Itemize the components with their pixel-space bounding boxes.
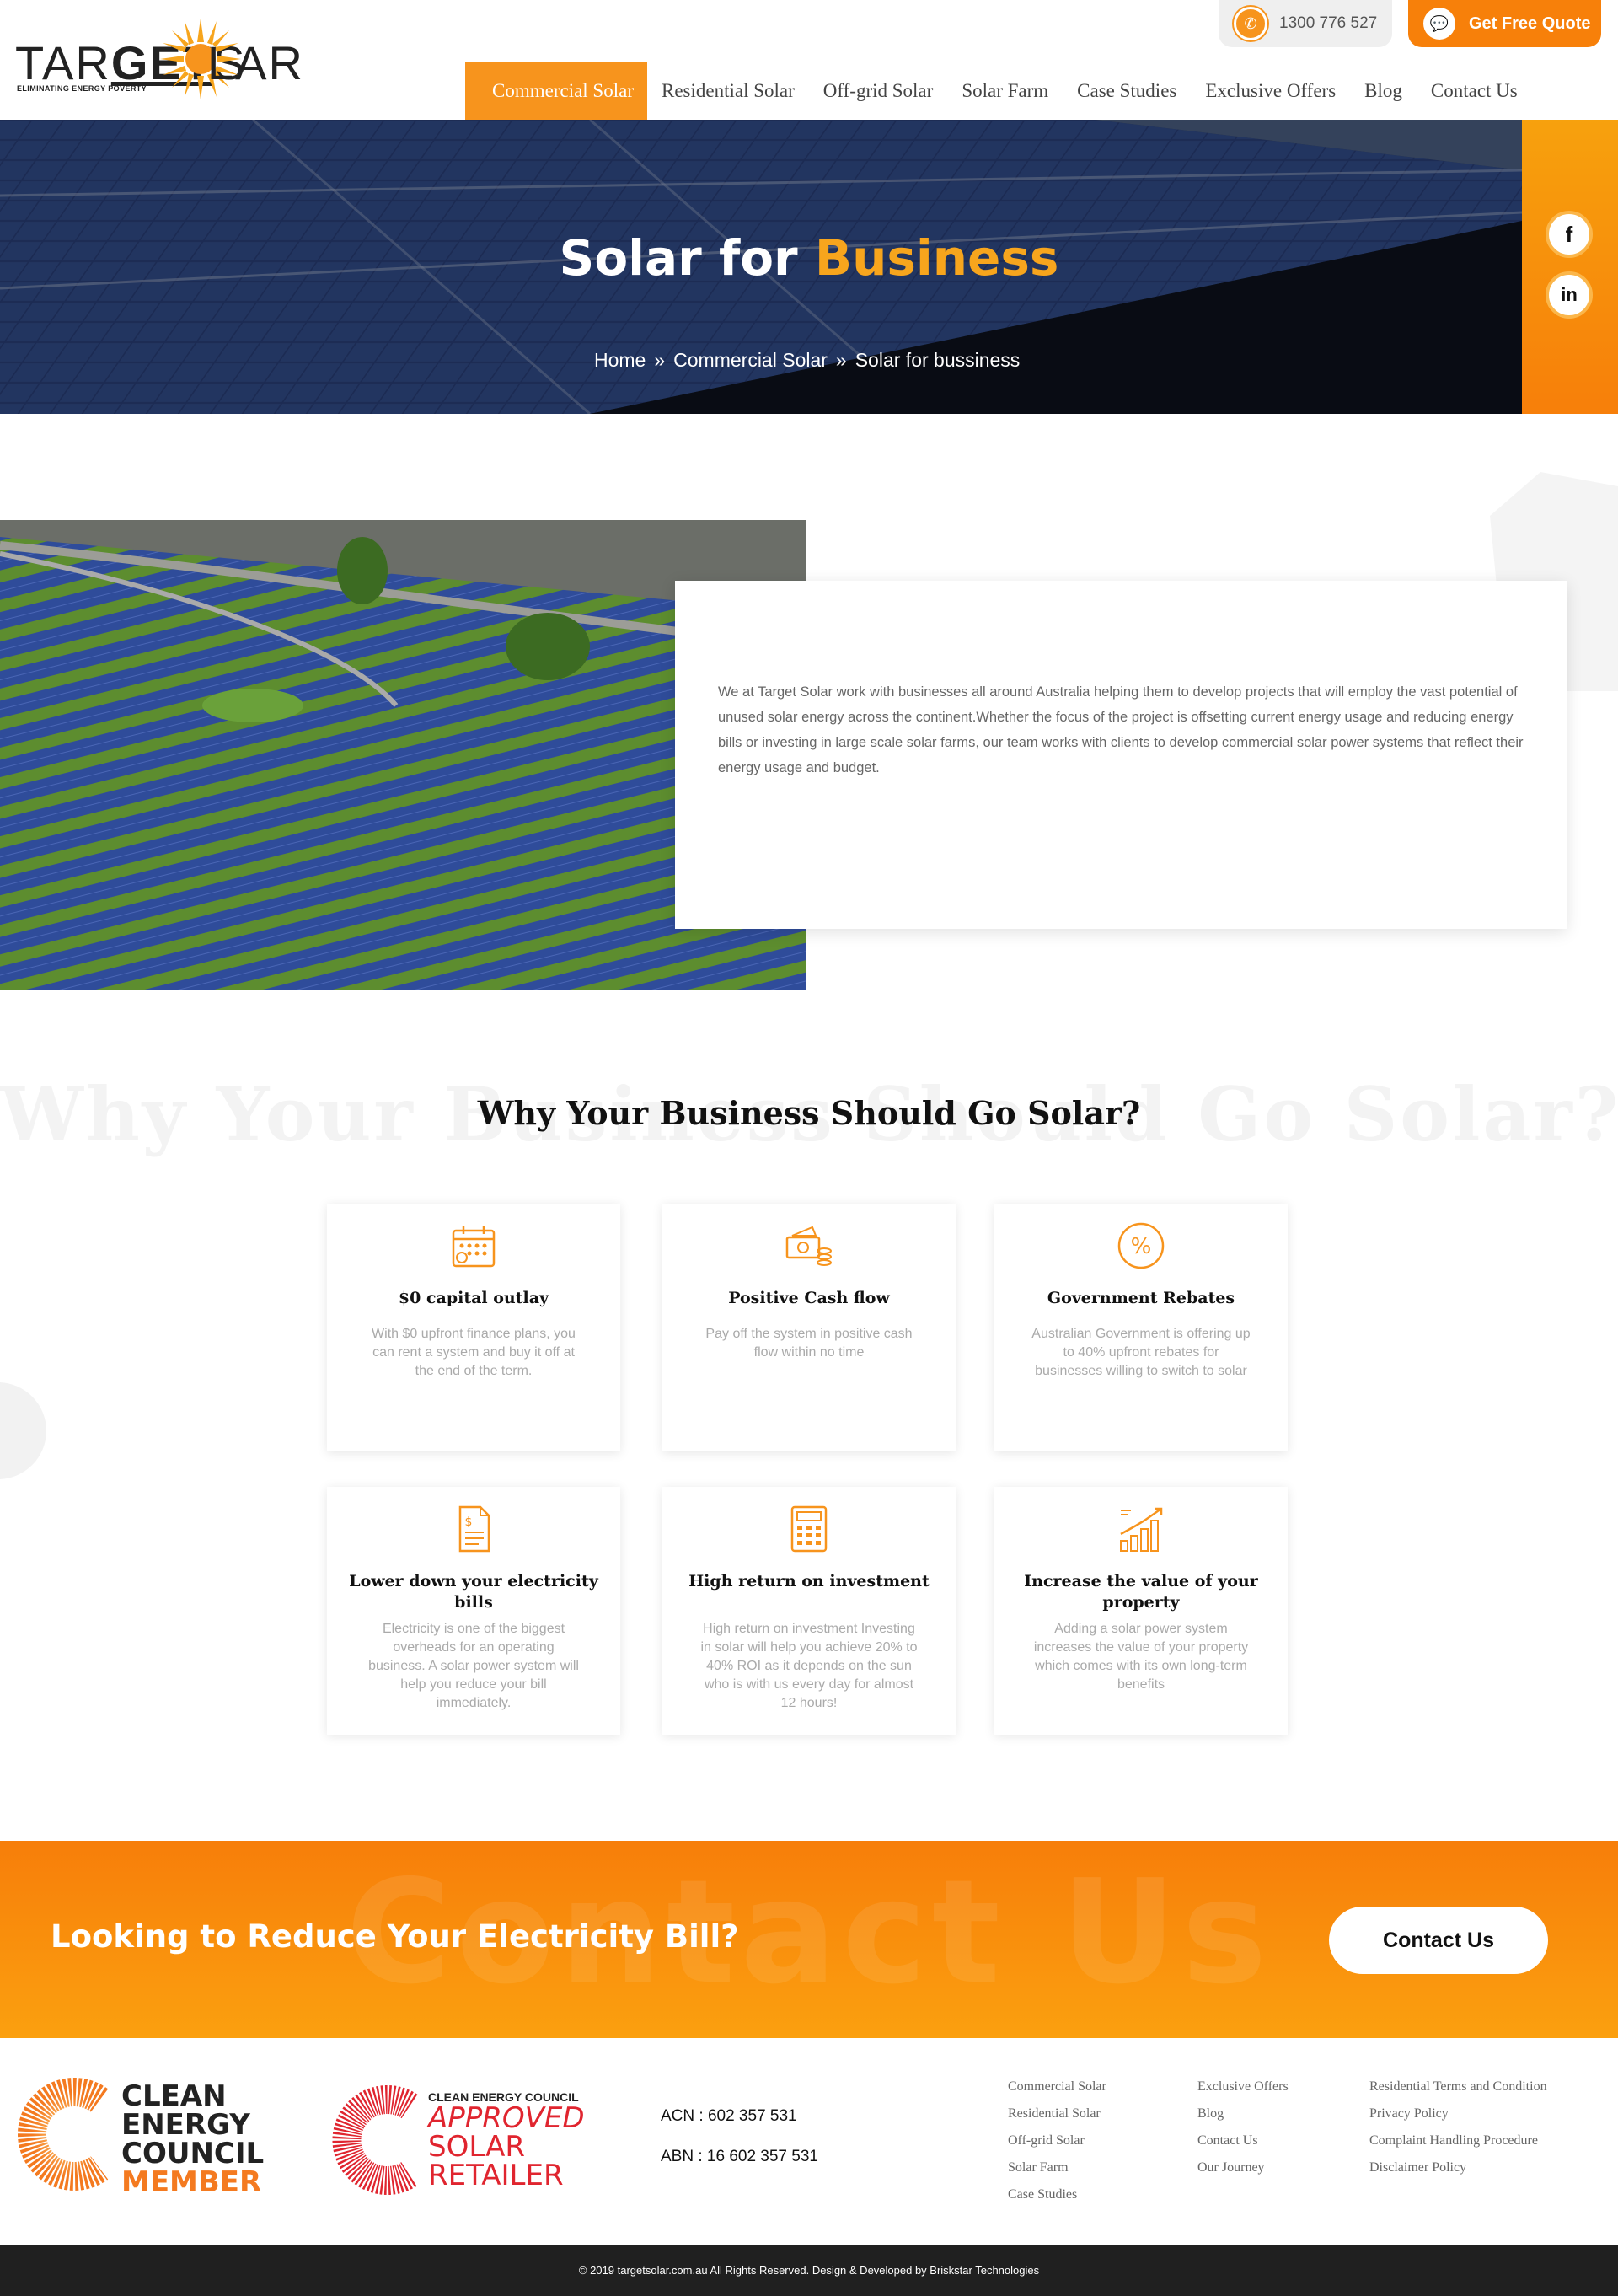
breadcrumb: Home » Commercial Solar » Solar for bussines…: [594, 349, 1025, 372]
calculator-icon: [790, 1505, 828, 1553]
badge1-line2: ENERGY: [121, 2108, 250, 2142]
benefit-card-text: With $0 upfront finance plans, you can r…: [372, 1327, 576, 1378]
benefit-card: Positive Cash flow Pay off the system in…: [662, 1204, 956, 1451]
benefit-card: % Government Rebates Australian Governme…: [994, 1204, 1288, 1451]
footer-link[interactable]: Our Journey: [1197, 2154, 1289, 2181]
footer-link[interactable]: Disclaimer Policy: [1369, 2154, 1547, 2181]
hero-title: Solar for Business: [0, 229, 1618, 287]
benefit-card-text: High return on investment Investing in s…: [700, 1622, 918, 1710]
footer-link[interactable]: Off-grid Solar: [1008, 2127, 1106, 2154]
social-sidebar: f in: [1522, 120, 1618, 414]
hero-title-highlight: Business: [814, 229, 1059, 287]
why-title: Why Your Business Should Go Solar?: [477, 1094, 1141, 1132]
footer-link[interactable]: Privacy Policy: [1369, 2100, 1547, 2127]
benefit-card: $ Lower down your electricity bills Elec…: [327, 1487, 620, 1735]
footer-link[interactable]: Solar Farm: [1008, 2154, 1106, 2181]
footer-link[interactable]: Complaint Handling Procedure: [1369, 2127, 1547, 2154]
footer-links-col1: Commercial Solar Residential Solar Off-g…: [1008, 2073, 1106, 2208]
site-header: TARGETS LAR ELIMINATING ENERGY POVERTY ✆…: [0, 0, 1618, 120]
benefit-card-title: $0 capital outlay: [398, 1289, 549, 1307]
benefit-card: $0 capital outlay With $0 upfront financ…: [327, 1204, 620, 1451]
abn-number: ABN : 16 602 357 531: [661, 2148, 818, 2165]
svg-text:%: %: [1131, 1234, 1152, 1259]
badge1-line1: CLEAN: [121, 2079, 227, 2113]
nav-residential-solar[interactable]: Residential Solar: [647, 62, 809, 120]
phone-number: 1300 776 527: [1279, 14, 1378, 32]
benefit-card-title: High return on investment: [688, 1572, 930, 1591]
chat-icon: 💬: [1423, 8, 1455, 40]
badge2-line1: APPROVED: [428, 2101, 585, 2135]
nav-commercial-solar[interactable]: Commercial Solar: [465, 62, 647, 120]
main-nav: Commercial Solar Residential Solar Off-g…: [465, 62, 1532, 120]
badge1-line4: MEMBER: [121, 2165, 262, 2199]
calendar-icon: [452, 1226, 496, 1268]
breadcrumb-commercial-solar[interactable]: Commercial Solar: [673, 349, 828, 371]
benefit-card: High return on investment High return on…: [662, 1487, 956, 1735]
cec-logo-icon: [18, 2078, 109, 2191]
approved-solar-retailer-badge: CLEAN ENERGY COUNCIL APPROVED SOLAR RETA…: [325, 2085, 612, 2195]
percent-icon: %: [1117, 1222, 1165, 1269]
nav-exclusive-offers[interactable]: Exclusive Offers: [1191, 62, 1350, 120]
benefit-card-title: Positive Cash flow: [728, 1289, 890, 1307]
logo[interactable]: TARGETS LAR ELIMINATING ENERGY POVERTY: [15, 17, 319, 101]
footer-link[interactable]: Contact Us: [1197, 2127, 1289, 2154]
badge1-line3: COUNCIL: [121, 2137, 265, 2170]
header-phone[interactable]: ✆ 1300 776 527: [1219, 0, 1392, 47]
benefit-card-text: Pay off the system in positive cash flow…: [705, 1327, 913, 1360]
bill-icon: $: [458, 1505, 490, 1553]
nav-solar-farm[interactable]: Solar Farm: [947, 62, 1063, 120]
footer-link[interactable]: Residential Solar: [1008, 2100, 1106, 2127]
cta-banner: Contact Us Looking to Reduce Your Electr…: [0, 1841, 1618, 2038]
intro-card: We at Target Solar work with businesses …: [675, 581, 1567, 929]
growth-chart-icon: [1120, 1507, 1163, 1552]
acn-number: ACN : 602 357 531: [661, 2107, 797, 2125]
footer-link[interactable]: Residential Terms and Condition: [1369, 2073, 1547, 2100]
get-free-quote-button[interactable]: 💬 Get Free Quote: [1408, 0, 1601, 47]
nav-blog[interactable]: Blog: [1350, 62, 1417, 120]
site-footer: CLEAN ENERGY COUNCIL MEMBER CLEAN ENERGY…: [0, 2038, 1618, 2245]
hero-title-main: Solar for: [559, 229, 815, 287]
footer-link[interactable]: Case Studies: [1008, 2181, 1106, 2208]
benefit-card-text: Adding a solar power system increases th…: [1033, 1622, 1249, 1692]
intro-text: We at Target Solar work with businesses …: [718, 684, 1524, 775]
breadcrumb-home[interactable]: Home: [594, 349, 646, 371]
nav-case-studies[interactable]: Case Studies: [1063, 62, 1191, 120]
benefit-card-title: Increase the value of your property: [1024, 1572, 1258, 1612]
linkedin-icon[interactable]: in: [1546, 271, 1593, 319]
footer-links-col3: Residential Terms and Condition Privacy …: [1369, 2073, 1547, 2181]
benefit-card-text: Australian Government is offering up to …: [1031, 1327, 1251, 1378]
get-free-quote-label: Get Free Quote: [1469, 14, 1591, 33]
footer-link[interactable]: Commercial Solar: [1008, 2073, 1106, 2100]
contact-us-button[interactable]: Contact Us: [1329, 1907, 1548, 1974]
badge2-line3: RETAILER: [428, 2159, 564, 2192]
cec-approved-logo-icon: [332, 2085, 418, 2195]
clean-energy-council-member-badge: CLEAN ENERGY COUNCIL MEMBER: [15, 2075, 268, 2210]
logo-tagline: ELIMINATING ENERGY POVERTY: [17, 84, 147, 93]
phone-icon: ✆: [1234, 7, 1267, 40]
benefit-card-title: Lower down your electricity bills: [349, 1572, 598, 1612]
footer-links-col2: Exclusive Offers Blog Contact Us Our Jou…: [1197, 2073, 1289, 2181]
decorative-circle: [0, 1382, 46, 1479]
footer-link[interactable]: Blog: [1197, 2100, 1289, 2127]
breadcrumb-separator-icon: »: [654, 349, 666, 371]
breadcrumb-current: Solar for bussiness: [855, 349, 1021, 371]
badge2-line2: SOLAR: [428, 2130, 525, 2164]
breadcrumb-separator-icon: »: [835, 349, 847, 371]
cta-title: Looking to Reduce Your Electricity Bill?: [51, 1918, 739, 1955]
svg-text:$: $: [465, 1515, 473, 1529]
benefit-card-text: Electricity is one of the biggest overhe…: [368, 1622, 579, 1710]
facebook-icon[interactable]: f: [1546, 211, 1593, 258]
logo-text-right: LAR: [207, 36, 304, 89]
nav-contact-us[interactable]: Contact Us: [1417, 62, 1532, 120]
nav-off-grid-solar[interactable]: Off-grid Solar: [809, 62, 948, 120]
benefit-card-title: Government Rebates: [1047, 1289, 1235, 1307]
cash-icon: [785, 1226, 832, 1266]
copyright-bar: © 2019 targetsolar.com.au All Rights Res…: [0, 2245, 1618, 2296]
footer-link[interactable]: Exclusive Offers: [1197, 2073, 1289, 2100]
benefit-card: Increase the value of your property Addi…: [994, 1487, 1288, 1735]
